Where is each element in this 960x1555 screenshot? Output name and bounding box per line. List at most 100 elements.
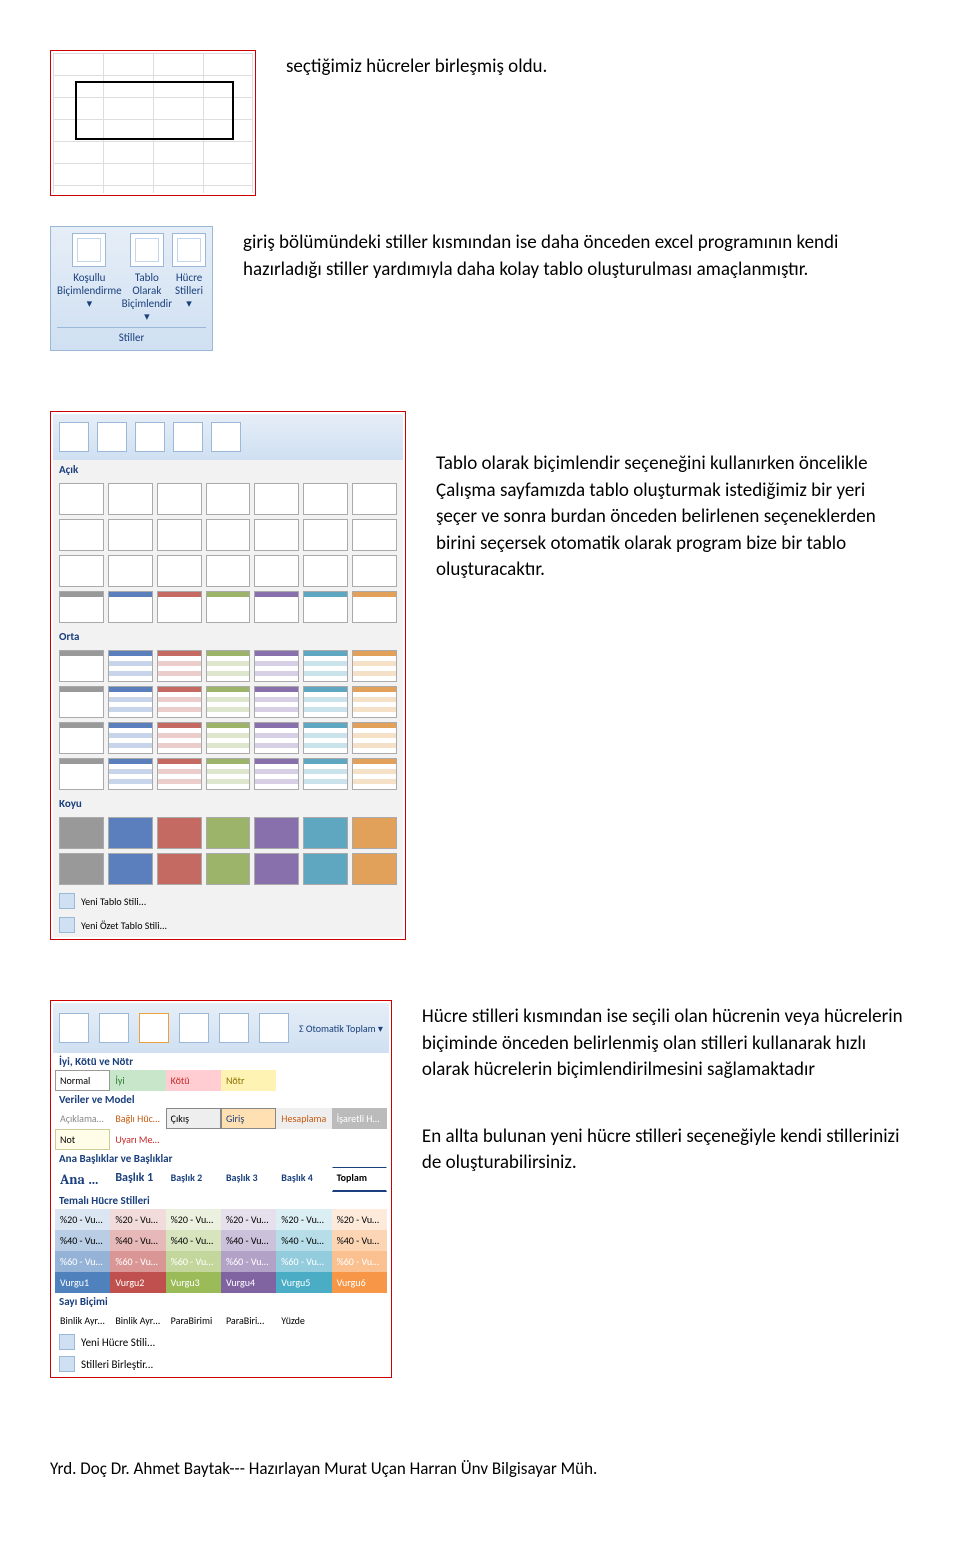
cell-style-option[interactable]: %60 - Vurgu1 [55,1251,110,1272]
table-style-option[interactable] [303,853,348,885]
cell-style-option[interactable]: %20 - Vurgu6 [332,1209,387,1230]
table-style-option[interactable] [303,483,348,515]
cell-style-option[interactable]: %20 - Vurgu3 [166,1209,221,1230]
cell-style-option[interactable]: %60 - Vurgu3 [166,1251,221,1272]
cell-style-option[interactable]: İşaretli Hücre [332,1108,387,1129]
table-style-option[interactable] [206,817,251,849]
table-style-option[interactable] [157,650,202,682]
cell-style-option[interactable]: Başlık 2 [166,1167,221,1192]
cell-styles-button[interactable]: Hücre Stilleri ▾ [172,233,206,323]
cell-style-option[interactable]: Başlık 3 [221,1167,276,1192]
cell-style-option[interactable]: ParaBirimi [166,1310,221,1331]
table-style-option[interactable] [108,853,153,885]
cell-style-option[interactable]: %20 - Vurgu2 [110,1209,165,1230]
table-style-option[interactable] [254,519,299,551]
table-style-option[interactable] [254,853,299,885]
table-style-option[interactable] [59,758,104,790]
table-style-option[interactable] [157,555,202,587]
table-style-option[interactable] [59,650,104,682]
cell-style-option[interactable]: %20 - Vurgu1 [55,1209,110,1230]
table-style-option[interactable] [108,722,153,754]
cell-style-option[interactable]: %60 - Vurgu5 [276,1251,331,1272]
table-style-option[interactable] [108,758,153,790]
cell-style-option[interactable]: Vurgu6 [332,1272,387,1293]
table-style-option[interactable] [59,519,104,551]
cell-style-option[interactable]: Kötü [166,1070,221,1091]
table-style-option[interactable] [352,853,397,885]
table-style-option[interactable] [254,650,299,682]
cell-style-option[interactable]: %40 - Vurgu5 [276,1230,331,1251]
table-style-option[interactable] [206,686,251,718]
table-style-option[interactable] [108,650,153,682]
table-style-option[interactable] [206,555,251,587]
table-style-option[interactable] [108,591,153,623]
cell-style-option[interactable]: Vurgu4 [221,1272,276,1293]
table-style-option[interactable] [157,817,202,849]
cell-style-option[interactable]: %20 - Vurgu4 [221,1209,276,1230]
cell-style-option[interactable]: Bağlı Hücre [110,1108,165,1129]
table-style-option[interactable] [303,555,348,587]
table-style-option[interactable] [59,853,104,885]
cell-style-option[interactable]: %40 - Vurgu4 [221,1230,276,1251]
cell-style-option[interactable]: Başlık 4 [276,1167,331,1192]
table-style-option[interactable] [303,519,348,551]
conditional-formatting-button[interactable]: Koşullu Biçimlendirme ▾ [57,233,122,323]
table-style-option[interactable] [206,853,251,885]
cell-style-option[interactable]: %40 - Vurgu1 [55,1230,110,1251]
cell-style-option[interactable]: %40 - Vurgu2 [110,1230,165,1251]
table-style-option[interactable] [352,722,397,754]
cell-style-option[interactable]: Giriş [221,1108,276,1129]
new-pivot-style[interactable]: Yeni Özet Tablo Stili... [53,913,403,937]
table-style-option[interactable] [206,650,251,682]
table-style-option[interactable] [108,555,153,587]
format-as-table-button[interactable]: Tablo Olarak Biçimlendir ▾ [122,233,172,323]
table-style-option[interactable] [352,483,397,515]
cell-style-option[interactable]: Başlık 1 [110,1167,165,1192]
cell-style-option[interactable]: Uyarı Metni [110,1129,165,1150]
table-style-option[interactable] [108,483,153,515]
cell-style-option[interactable]: %60 - Vurgu4 [221,1251,276,1272]
table-style-option[interactable] [303,817,348,849]
table-style-option[interactable] [254,591,299,623]
table-style-option[interactable] [254,483,299,515]
table-style-option[interactable] [303,758,348,790]
cell-style-option[interactable]: Binlik Ayracı [55,1310,110,1331]
table-style-option[interactable] [303,650,348,682]
table-style-option[interactable] [254,722,299,754]
table-style-option[interactable] [352,591,397,623]
table-style-option[interactable] [157,722,202,754]
table-style-option[interactable] [157,853,202,885]
table-style-option[interactable] [206,591,251,623]
table-style-option[interactable] [352,555,397,587]
cell-style-option[interactable]: Binlik Ayracı ... [110,1310,165,1331]
table-style-option[interactable] [157,591,202,623]
new-cell-style[interactable]: Yeni Hücre Stili... [53,1331,389,1353]
table-style-option[interactable] [108,519,153,551]
table-style-option[interactable] [59,722,104,754]
cell-style-option[interactable]: Çıkış [166,1108,221,1129]
table-style-option[interactable] [108,817,153,849]
table-style-option[interactable] [59,555,104,587]
cell-style-option[interactable]: Toplam [332,1167,387,1192]
table-style-option[interactable] [303,722,348,754]
cell-style-option[interactable]: Hesaplama [276,1108,331,1129]
table-style-option[interactable] [206,722,251,754]
table-style-option[interactable] [303,686,348,718]
cell-style-option[interactable]: Not [55,1129,110,1150]
table-style-option[interactable] [206,483,251,515]
table-style-option[interactable] [59,686,104,718]
table-style-option[interactable] [157,758,202,790]
cell-style-option[interactable]: İyi [110,1070,165,1091]
cell-style-option[interactable]: Vurgu3 [166,1272,221,1293]
cell-style-option[interactable]: Açıklama Me... [55,1108,110,1129]
merge-styles[interactable]: Stilleri Birleştir... [53,1353,389,1375]
table-style-option[interactable] [206,758,251,790]
cell-style-option[interactable]: ParaBirimi [0] [221,1310,276,1331]
cell-style-option[interactable]: %40 - Vurgu3 [166,1230,221,1251]
cell-style-option[interactable]: Ana B... [55,1167,110,1192]
table-style-option[interactable] [352,686,397,718]
table-style-option[interactable] [108,686,153,718]
table-style-option[interactable] [59,817,104,849]
table-style-option[interactable] [206,519,251,551]
table-style-option[interactable] [254,555,299,587]
